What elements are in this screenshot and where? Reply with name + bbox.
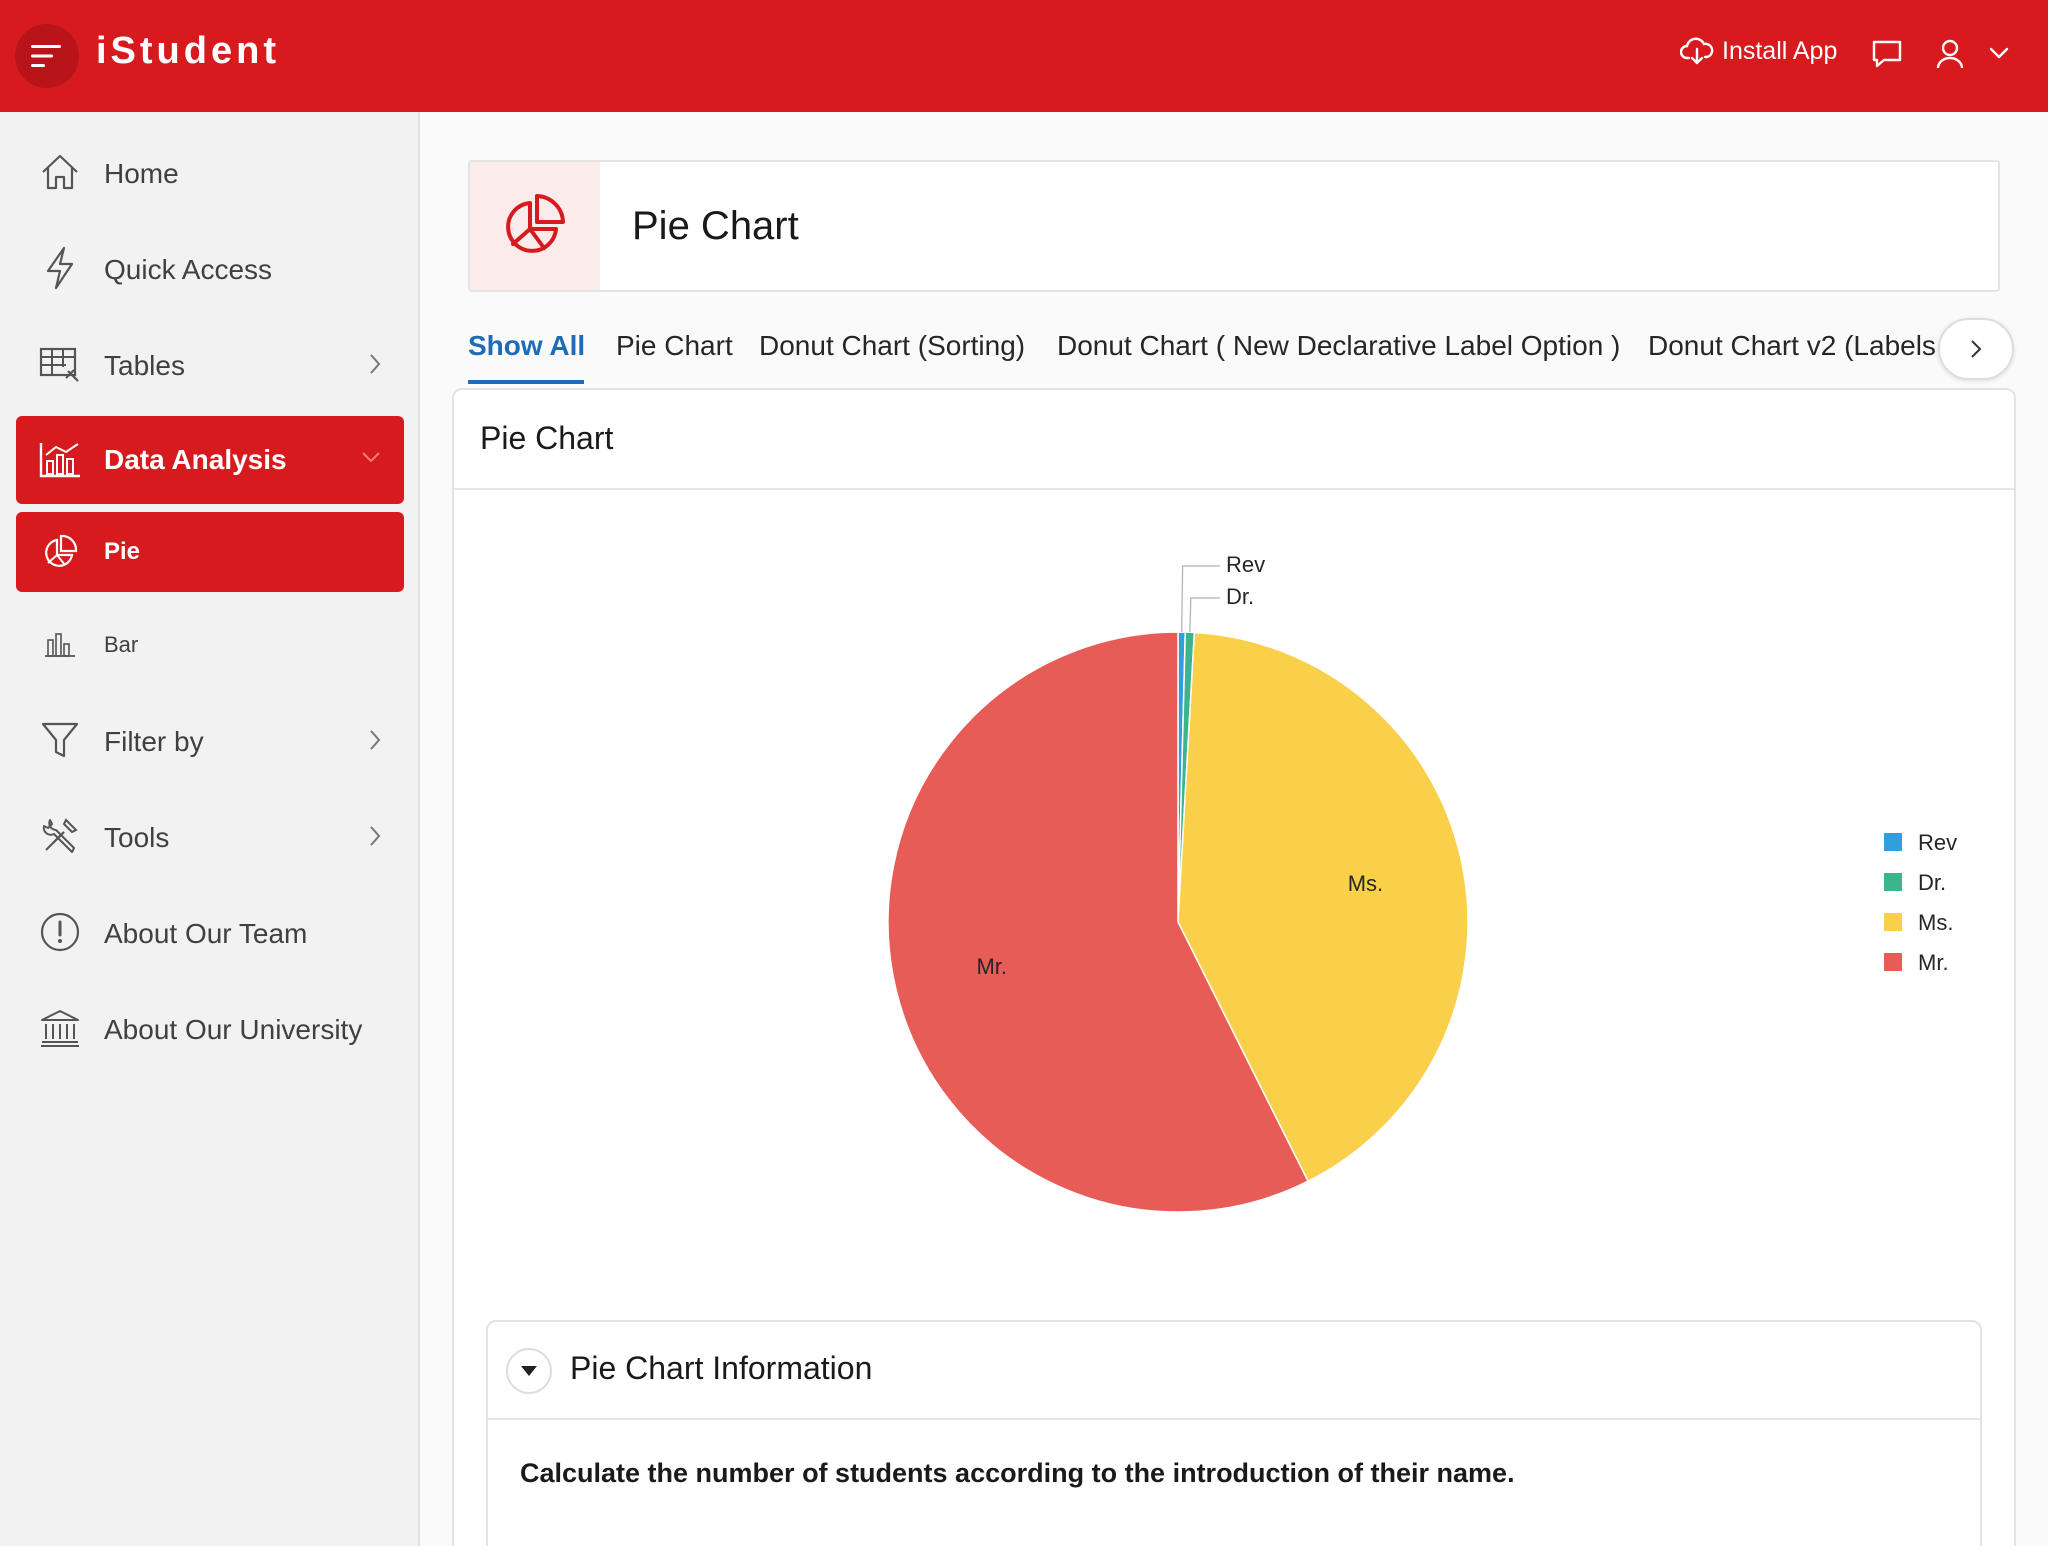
info-title: Pie Chart Information	[570, 1350, 873, 1386]
tabs-scroll-next-button[interactable]	[1938, 318, 2014, 380]
caret-down-icon	[521, 1366, 537, 1376]
sidebar-item-label: About Our Team	[104, 918, 308, 949]
leader-line-dr	[1189, 597, 1220, 633]
page-header: Pie Chart	[468, 160, 2000, 292]
legend-label-ms[interactable]: Ms.	[1918, 910, 1953, 935]
legend-label-mr[interactable]: Mr.	[1918, 950, 1949, 975]
sidebar-item-label: Tables	[104, 350, 185, 381]
tab-bar: Show All Pie Chart Donut Chart (Sorting)…	[468, 316, 2014, 388]
chevron-right-icon	[368, 728, 382, 757]
chart-info-region: Pie Chart Information Calculate the numb…	[486, 1320, 1982, 1546]
university-icon	[38, 1006, 82, 1050]
chevron-down-icon	[1989, 47, 2009, 59]
bar-chart-icon	[38, 438, 82, 482]
sidebar-item-about-team[interactable]: About Our Team	[16, 896, 404, 968]
slice-label-mr: Mr.	[976, 954, 1007, 979]
slice-label-dr: Dr.	[1226, 584, 1254, 609]
pie-chart: Rev Dr. Ms. Mr. Rev Dr. Ms. Mr.	[887, 552, 1957, 1213]
menu-toggle-button[interactable]	[15, 24, 79, 88]
sidebar-item-label: Bar	[104, 632, 139, 657]
sidebar-item-quick-access[interactable]: Quick Access	[16, 232, 404, 304]
sidebar-item-data-analysis[interactable]: Data Analysis	[16, 416, 404, 504]
chevron-down-icon	[360, 450, 382, 469]
sidebar-item-label: Data Analysis	[104, 444, 287, 475]
legend-swatch-rev[interactable]	[1884, 833, 1902, 851]
sidebar-item-bar[interactable]: Bar	[16, 608, 404, 680]
legend-swatch-dr[interactable]	[1884, 873, 1902, 891]
feedback-button[interactable]	[1870, 38, 1904, 75]
collapse-toggle-button[interactable]	[506, 1348, 552, 1394]
user-menu-button[interactable]	[1934, 38, 1966, 75]
sidebar-item-label: Pie	[104, 538, 141, 565]
info-description: Calculate the number of students accordi…	[520, 1458, 1515, 1488]
tab-show-all[interactable]: Show All	[468, 330, 585, 362]
legend-swatch-mr[interactable]	[1884, 953, 1902, 971]
sidebar-item-label: Tools	[104, 822, 170, 853]
chevron-right-icon	[368, 352, 382, 381]
sidebar-item-tables[interactable]: Tables	[16, 328, 404, 400]
legend-label-rev[interactable]: Rev	[1918, 830, 1957, 855]
active-tab-indicator	[468, 380, 584, 384]
sidebar-item-home[interactable]: Home	[16, 136, 404, 208]
bar-chart-icon	[38, 622, 82, 666]
top-bar: iStudent Install App	[0, 0, 2048, 112]
slice-label-ms: Ms.	[1348, 871, 1383, 896]
table-icon	[38, 342, 82, 386]
install-app-label: Install App	[1722, 36, 1838, 65]
sidebar-item-label: Home	[104, 158, 179, 189]
pie-chart-icon	[470, 162, 600, 290]
hamburger-icon	[31, 45, 61, 67]
chevron-right-icon	[1971, 340, 1982, 358]
sidebar-item-about-university[interactable]: About Our University	[16, 992, 404, 1064]
tab-pie-chart[interactable]: Pie Chart	[616, 330, 733, 362]
tab-donut-chart-sorting[interactable]: Donut Chart (Sorting)	[759, 330, 1025, 362]
leader-line-rev	[1181, 565, 1220, 633]
cloud-download-icon	[1680, 37, 1714, 65]
sidebar-item-label: Quick Access	[104, 254, 273, 285]
sidebar-item-tools[interactable]: Tools	[16, 800, 404, 872]
pie-chart-icon	[38, 530, 82, 574]
tab-donut-chart-declarative-label[interactable]: Donut Chart ( New Declarative Label Opti…	[1057, 330, 1620, 362]
filter-icon	[38, 718, 82, 762]
user-menu-dropdown[interactable]	[1988, 46, 2010, 65]
slice-label-rev: Rev	[1226, 552, 1265, 577]
lightning-icon	[38, 246, 82, 290]
chevron-right-icon	[368, 824, 382, 853]
chat-bubble-icon	[1872, 40, 1902, 68]
sidebar: Home Quick Access Tables Data Analysis P…	[0, 112, 420, 1546]
divider	[488, 1418, 1980, 1420]
home-icon	[38, 150, 82, 194]
region-title: Pie Chart	[480, 420, 614, 456]
tab-donut-chart-v2[interactable]: Donut Chart v2 (Labels	[1648, 330, 1936, 362]
legend-swatch-ms[interactable]	[1884, 913, 1902, 931]
sidebar-item-pie[interactable]: Pie	[16, 512, 404, 592]
sidebar-item-filter-by[interactable]: Filter by	[16, 704, 404, 776]
user-icon	[1936, 39, 1964, 69]
page-title: Pie Chart	[632, 204, 799, 248]
app-title[interactable]: iStudent	[96, 30, 280, 73]
tools-icon	[38, 814, 82, 858]
sidebar-item-label: Filter by	[104, 726, 204, 757]
sidebar-item-label: About Our University	[104, 1014, 363, 1045]
install-app-button[interactable]: Install App	[1680, 36, 1837, 66]
info-circle-icon	[38, 910, 82, 954]
legend-label-dr[interactable]: Dr.	[1918, 870, 1946, 895]
